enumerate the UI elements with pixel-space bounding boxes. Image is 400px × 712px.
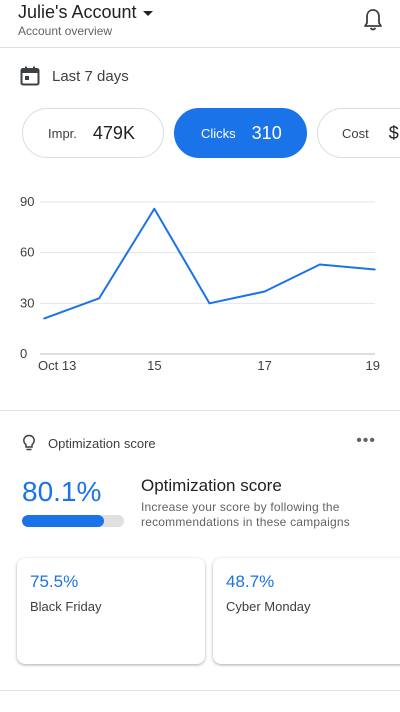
metric-value: 479K bbox=[92, 122, 135, 143]
account-subtitle: Account overview bbox=[18, 24, 113, 38]
app-header: Julie's Account Account overview bbox=[0, 0, 400, 48]
metric-chip-cost[interactable]: Cost $ bbox=[317, 108, 400, 158]
clicks-line-chart: 0 30 60 90 Oct 13 15 17 19 bbox=[20, 194, 380, 373]
data-point bbox=[98, 297, 100, 300]
optimization-header-label: Optimization score bbox=[48, 435, 156, 451]
y-tick-label: 30 bbox=[20, 295, 34, 310]
x-tick-label: 17 bbox=[257, 358, 271, 373]
metric-label: Cost bbox=[342, 125, 369, 141]
optimization-progress-bar bbox=[22, 515, 124, 527]
lightbulb-icon bbox=[23, 434, 35, 451]
campaign-card-cyber-monday[interactable]: 48.7% Cyber Monday bbox=[213, 558, 400, 664]
x-tick-label: Oct 13 bbox=[38, 358, 76, 373]
bottom-section-edge bbox=[0, 690, 400, 712]
optimization-header: Optimization score bbox=[22, 434, 156, 452]
account-name[interactable]: Julie's Account bbox=[18, 2, 137, 23]
y-tick-label: 60 bbox=[20, 245, 34, 260]
calendar-icon bbox=[20, 66, 40, 86]
clicks-series-line bbox=[43, 207, 376, 320]
campaign-card-black-friday[interactable]: 75.5% Black Friday bbox=[17, 558, 205, 664]
data-point bbox=[263, 290, 266, 293]
dropdown-caret-icon[interactable] bbox=[142, 11, 153, 16]
more-horizontal-icon[interactable]: ••• bbox=[356, 432, 376, 450]
metric-value: $ bbox=[388, 122, 399, 143]
campaign-cards: 75.5% Black Friday 48.7% Cyber Monday bbox=[0, 556, 400, 668]
metric-label: Clicks bbox=[201, 125, 236, 141]
data-point bbox=[374, 268, 376, 271]
notifications-bell-icon[interactable] bbox=[362, 8, 384, 32]
metric-label: Impr. bbox=[48, 125, 77, 141]
campaign-score: 75.5% bbox=[30, 572, 79, 591]
date-range-label[interactable]: Last 7 days bbox=[52, 68, 129, 85]
campaign-name: Black Friday bbox=[30, 599, 102, 614]
metric-chip-clicks[interactable]: Clicks 310 bbox=[174, 108, 307, 158]
optimization-description: Increase your score by following the rec… bbox=[141, 500, 350, 529]
x-tick-label: 19 bbox=[366, 358, 380, 373]
campaign-score: 48.7% bbox=[226, 572, 275, 591]
data-point bbox=[43, 317, 45, 320]
x-tick-label: 15 bbox=[147, 358, 161, 373]
y-tick-label: 90 bbox=[20, 194, 34, 209]
metric-chip-impressions[interactable]: Impr. 479K bbox=[22, 108, 164, 158]
optimization-title: Optimization score bbox=[141, 476, 282, 495]
section-divider bbox=[0, 410, 400, 411]
y-tick-label: 0 bbox=[20, 346, 27, 361]
optimization-score-value: 80.1% bbox=[22, 476, 102, 507]
date-range-selector[interactable]: Last 7 days bbox=[20, 66, 129, 86]
data-point bbox=[208, 302, 211, 305]
account-switcher[interactable]: Julie's Account bbox=[18, 2, 153, 23]
metric-value: 310 bbox=[251, 122, 282, 143]
optimization-progress-fill bbox=[22, 515, 104, 527]
data-point bbox=[319, 263, 321, 266]
data-point bbox=[153, 207, 156, 210]
metric-chip-row: Impr. 479K Clicks 310 Cost $ bbox=[0, 108, 400, 160]
campaign-name: Cyber Monday bbox=[226, 599, 311, 614]
